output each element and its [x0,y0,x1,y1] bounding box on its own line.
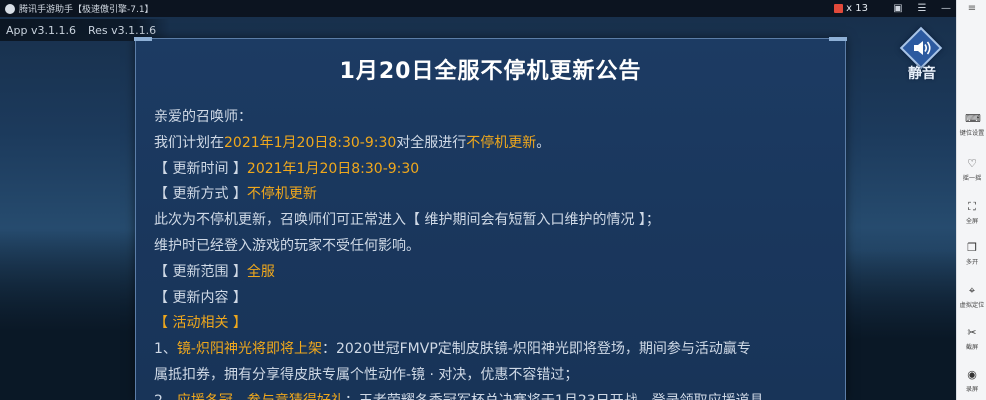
notice-body[interactable]: 亲爱的召唤师： 我们计划在2021年1月20日8:30-9:30对全服进行不停机更… [154,105,814,400]
notice-line: 我们计划在2021年1月20日8:30-9:30对全服进行不停机更新。 [154,131,814,157]
notice-text: 【 更新方式 】 [154,186,247,203]
gift-count: x 13 [846,3,868,14]
collapse-icon: ≡ [967,3,977,14]
notice-text: 【 更新内容 】 [154,289,247,306]
notice-text: 【 更新范围 】 [154,263,247,280]
notice-line: 属抵扣券，拥有分享得皮肤专属个性动作-镜 · 对决，优惠不容错过； [154,363,814,389]
notice-line: 【 更新方式 】不停机更新 [154,182,814,208]
shake-icon: ♡ [967,157,977,170]
screenshot-icon: ✂ [967,326,977,339]
speaker-icon [914,41,931,55]
sidebar-item-label: 键位设置 [959,129,985,137]
notice-line: 此次为不停机更新，召唤师们可正常进入【 维护期间会有短暂入口维护的情况 】； [154,208,814,234]
right-sidebar: ≡ ⌨ 键位设置 ♡ 摇一摇 ⛶ 全屏 ❐ 多开 ⌖ 虚拟定位 ✂ 截屏 ◉ 录屏 [956,0,986,400]
notice-line: 【 活动相关 】 [154,311,814,337]
notice-text: 维护时已经登入游戏的玩家不受任何影响。 [154,237,420,254]
minimize-button[interactable]: — [934,0,958,17]
emulator-window: 腾讯手游助手【极速傲引擎-7.1】 x 13 ▣ ☰ — ✕ App v3.1.… [0,0,986,400]
mute-label: 静音 [908,66,936,82]
notice-text: 。 [536,134,551,151]
highlight-text: 不停机更新 [246,186,317,203]
sidebar-item-label: 截屏 [965,343,979,351]
background-trees-left [0,230,150,400]
sidebar-item-keymap[interactable]: ⌨ 键位设置 [957,112,986,154]
panel-corner-left [134,37,152,41]
fullscreen-icon: ⛶ [968,200,976,213]
sidebar-item-multi-instance[interactable]: ❐ 多开 [957,241,986,283]
highlight-text: 应援冬冠，参与竞猜得好礼 [177,393,345,400]
sidebar-item-virtual-location[interactable]: ⌖ 虚拟定位 [957,284,986,326]
res-version: Res v3.1.1.6 [87,23,157,37]
sidebar-item-label: 摇一摇 [962,174,982,182]
gift-counter[interactable]: x 13 [834,3,868,14]
sidebar-item-label: 多开 [965,258,979,266]
notice-line: 【 更新范围 】全服 [154,260,814,286]
notice-line: 【 更新时间 】2021年1月20日8:30-9:30 [154,157,814,183]
menu-button[interactable]: ☰ [910,0,934,17]
notice-line: 1、镜-炽阳神光将即将上架：2020世冠FMVP定制皮肤镜-炽阳神光即将登场，期… [154,337,814,363]
notice-text: 2、 [154,393,177,400]
sidebar-item-shake[interactable]: ♡ 摇一摇 [957,157,986,199]
gift-icon [834,4,844,13]
notice-line: 【 更新内容 】 [154,286,814,312]
sidebar-item-fullscreen[interactable]: ⛶ 全屏 [957,200,986,242]
panel-corner-right [829,37,847,41]
record-icon: ◉ [967,368,977,381]
highlight-text: 2021年1月20日8:30-9:30 [246,160,420,177]
sidebar-collapse-button[interactable]: ≡ [957,0,986,17]
highlight-text: 【 活动相关 】 [154,315,247,332]
notice-text: 此次为不停机更新，召唤师们可正常进入【 维护期间会有短暂入口维护的情况 】； [154,212,660,229]
highlight-text: 2021年1月20日8:30-9:30 [224,134,397,151]
highlight-text: 镜-炽阳神光将即将上架 [176,341,322,358]
title-bar: 腾讯手游助手【极速傲引擎-7.1】 x 13 ▣ ☰ — ✕ [0,0,986,17]
mute-button[interactable]: 静音 [899,26,945,83]
sidebar-item-screenshot[interactable]: ✂ 截屏 [957,326,986,368]
notice-text: ：王者荣耀冬季冠军杯总决赛将于1月23日开战，登录领取应援道具 [345,393,764,400]
notice-panel: 1月20日全服不停机更新公告 亲爱的召唤师： 我们计划在2021年1月20日8:3… [134,37,847,400]
virtual-location-icon: ⌖ [968,284,976,297]
app-version: App v3.1.1.6 [6,23,76,37]
notice-text: 【 更新时间 】 [154,160,247,177]
notice-text: 属抵扣券，拥有分享得皮肤专属个性动作-镜 · 对决，优惠不容错过； [154,366,579,383]
notice-text: 亲爱的召唤师： [154,109,252,125]
notice-line: 2、应援冬冠，参与竞猜得好礼：王者荣耀冬季冠军杯总决赛将于1月23日开战，登录领… [154,389,814,400]
notice-text: 对全服进行 [396,134,467,151]
sidebar-item-record[interactable]: ◉ 录屏 [957,368,986,400]
notice-line: 亲爱的召唤师： [154,105,814,131]
screenshot-window-button[interactable]: ▣ [886,0,910,17]
background-trees-right [841,250,956,400]
notice-text: 1、 [154,341,177,358]
notice-line: 维护时已经登入游戏的玩家不受任何影响。 [154,234,814,260]
multi-instance-icon: ❐ [967,241,977,254]
notice-text: 我们计划在 [154,134,224,151]
sidebar-item-label: 虚拟定位 [959,301,985,309]
highlight-text: 全服 [246,263,275,280]
notice-text: ：2020世冠FMVP定制皮肤镜-炽阳神光即将登场，期间参与活动赢专 [321,341,751,358]
notice-title: 1月20日全服不停机更新公告 [339,59,642,84]
sidebar-item-label: 全屏 [965,217,979,225]
keymap-icon: ⌨ [965,112,981,125]
window-title: 腾讯手游助手【极速傲引擎-7.1】 [19,5,154,15]
app-logo-icon [5,3,15,14]
highlight-text: 不停机更新 [466,134,537,151]
sidebar-item-label: 录屏 [965,385,979,393]
